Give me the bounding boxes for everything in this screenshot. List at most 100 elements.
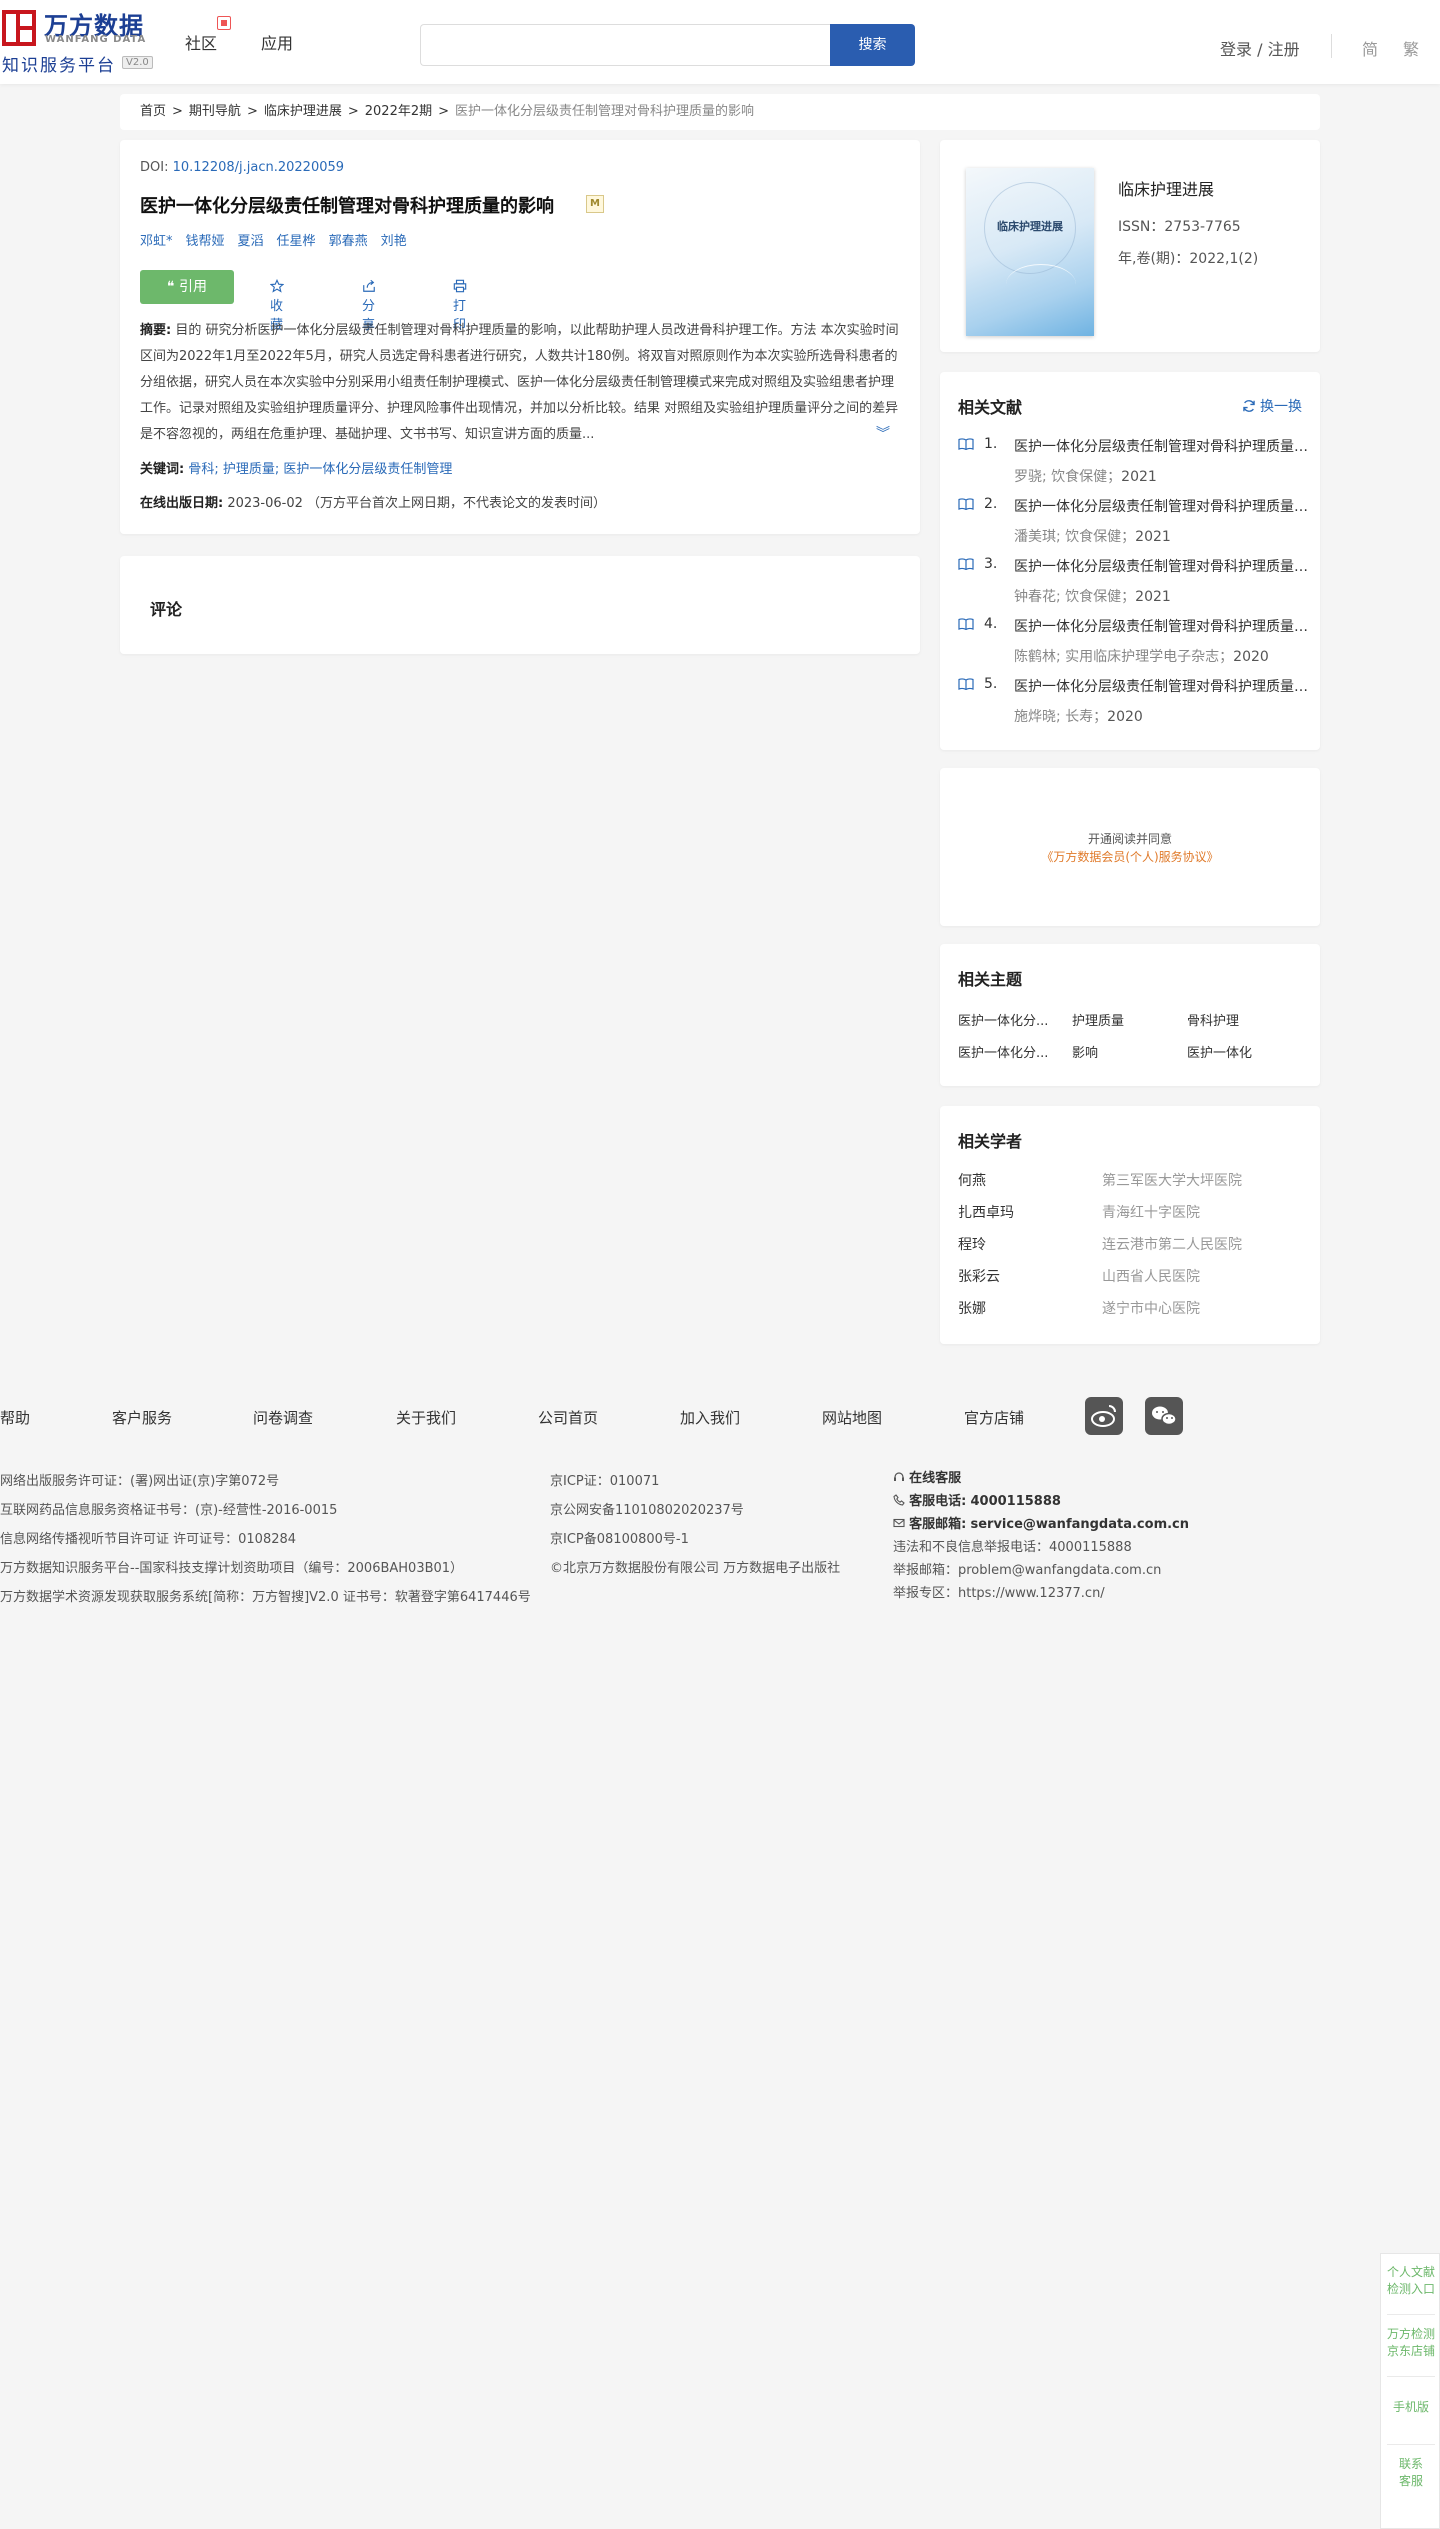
license-line: 万方数据知识服务平台--国家科技支撑计划资助项目（编号：2006BAH03B01… [0, 1561, 464, 1576]
header-divider [1331, 34, 1332, 58]
doc-number: 1. [984, 436, 998, 452]
nav-apps[interactable]: 应用 [261, 30, 293, 54]
topic-link[interactable]: 骨科护理 [1187, 1010, 1239, 1029]
journal-issn: ISSN：2753-7765 [1118, 219, 1241, 235]
footer-link-company[interactable]: 公司首页 [538, 1407, 598, 1428]
search-input[interactable] [420, 24, 830, 66]
footer-link-about[interactable]: 关于我们 [396, 1407, 456, 1428]
scholar-name[interactable]: 张娜 [958, 1298, 986, 1318]
float-mobile[interactable]: 手机版 [1381, 2399, 1440, 2416]
weibo-icon[interactable] [1085, 1397, 1123, 1435]
journal-cover-image[interactable]: 临床护理进展 [966, 168, 1094, 336]
doc-year: 2021 [1135, 589, 1171, 605]
keyword-link[interactable]: 护理质量 [223, 462, 275, 477]
nav-community[interactable]: 社区 [185, 30, 217, 54]
scholar-name[interactable]: 程玲 [958, 1234, 986, 1254]
footer-link-store[interactable]: 官方店铺 [964, 1407, 1024, 1428]
doc-title[interactable]: 医护一体化分层级责任制管理对骨科护理质量的影响 [1014, 616, 1314, 636]
author-link[interactable]: 任星桦 [277, 234, 316, 249]
icp-line[interactable]: 京公网安备11010802020237号 [550, 1496, 840, 1525]
m-badge-icon[interactable]: M [586, 195, 604, 213]
login-register-link[interactable]: 登录 / 注册 [1220, 36, 1300, 60]
wechat-icon[interactable] [1145, 1397, 1183, 1435]
keyword-link[interactable]: 医护一体化分层级责任制管理 [283, 462, 452, 477]
report-zone[interactable]: 举报专区：https://www.12377.cn/ [893, 1582, 1189, 1605]
doc-authors: 潘美琪; 饮食保健； [1014, 529, 1136, 545]
weibo-glyph-icon [1091, 1405, 1116, 1427]
author-list: 邓虹* 钱帮娅 夏滔 任星桦 郭春燕 刘艳 [140, 230, 420, 249]
float-divider [1387, 2314, 1435, 2315]
scholar-org[interactable]: 青海红十字医院 [1102, 1202, 1200, 1222]
online-service-link[interactable]: 在线客服 [893, 1467, 1189, 1490]
mail-icon [893, 1518, 905, 1528]
lang-simplified[interactable]: 简 [1362, 36, 1378, 60]
expand-abstract-icon[interactable]: ︾ [874, 423, 890, 443]
journal-name[interactable]: 临床护理进展 [1118, 176, 1214, 200]
page-footer: 帮助 客户服务 问卷调查 关于我们 公司首页 加入我们 网站地图 官方店铺 网络… [0, 1367, 1440, 2529]
breadcrumb-issue[interactable]: 2022年2期 [365, 104, 432, 119]
related-topics-card: 相关主题 医护一体化分... 护理质量 骨科护理 医护一体化分... 影响 医护… [940, 944, 1320, 1086]
cite-button[interactable]: ❝ 引用 [140, 270, 234, 304]
scholar-org[interactable]: 第三军医大学大坪医院 [1102, 1170, 1242, 1190]
email-address[interactable]: service@wanfangdata.com.cn [970, 1517, 1189, 1532]
doc-year: 2020 [1233, 649, 1269, 665]
logo-mark-icon [2, 10, 36, 46]
topic-link[interactable]: 影响 [1072, 1042, 1098, 1061]
doc-number: 4. [984, 616, 998, 632]
doc-title[interactable]: 医护一体化分层级责任制管理对骨科护理质量的影响 [1014, 436, 1314, 456]
breadcrumb-journal[interactable]: 临床护理进展 [264, 104, 342, 119]
breadcrumb-home[interactable]: 首页 [140, 104, 166, 119]
doc-year: 2021 [1135, 529, 1171, 545]
float-jd-store[interactable]: 万方检测 京东店铺 [1381, 2326, 1440, 2360]
footer-link-sitemap[interactable]: 网站地图 [822, 1407, 882, 1428]
doc-meta: 潘美琪; 饮食保健；2021 [1014, 526, 1171, 546]
scholar-name[interactable]: 张彩云 [958, 1266, 1000, 1286]
book-icon [958, 618, 974, 630]
scholar-org[interactable]: 连云港市第二人民医院 [1102, 1234, 1242, 1254]
service-agreement-link[interactable]: 《万方数据会员(个人)服务协议》 [940, 848, 1320, 865]
author-link[interactable]: 郭春燕 [329, 234, 368, 249]
wanfang-logo[interactable]: 万方数据 WANFANG DATA 知识服务平台 V2.0 [0, 6, 160, 76]
refresh-label: 换一换 [1260, 399, 1302, 415]
topic-link[interactable]: 医护一体化 [1187, 1042, 1252, 1061]
doi-link[interactable]: 10.12208/j.jacn.20220059 [173, 160, 344, 175]
report-email[interactable]: 举报邮箱：problem@wanfangdata.com.cn [893, 1559, 1189, 1582]
article-title: 医护一体化分层级责任制管理对骨科护理质量的影响 [140, 196, 554, 217]
author-link[interactable]: 夏滔 [238, 234, 264, 249]
footer-link-customer-service[interactable]: 客户服务 [112, 1407, 172, 1428]
topic-link[interactable]: 医护一体化分... [958, 1042, 1048, 1061]
scholar-name[interactable]: 扎西卓玛 [958, 1202, 1014, 1222]
doc-meta: 钟春花; 饮食保健；2021 [1014, 586, 1171, 606]
lang-traditional[interactable]: 繁 [1403, 36, 1419, 60]
breadcrumb-journals[interactable]: 期刊导航 [189, 104, 241, 119]
float-personal-check[interactable]: 个人文献 检测入口 [1381, 2264, 1440, 2298]
top-header: 万方数据 WANFANG DATA 知识服务平台 V2.0 社区 应用 搜索 登… [0, 0, 1440, 84]
scholar-org[interactable]: 遂宁市中心医院 [1102, 1298, 1200, 1318]
footer-link-help[interactable]: 帮助 [0, 1407, 30, 1428]
keyword-link[interactable]: 骨科 [188, 462, 214, 477]
footer-link-join[interactable]: 加入我们 [680, 1407, 740, 1428]
cover-title: 临床护理进展 [997, 220, 1063, 233]
doc-title[interactable]: 医护一体化分层级责任制管理对骨科护理质量的影响 [1014, 556, 1314, 576]
author-link[interactable]: 钱帮娅 [186, 234, 225, 249]
related-docs-title: 相关文献 [958, 398, 1023, 417]
scholar-org[interactable]: 山西省人民医院 [1102, 1266, 1200, 1286]
icp-line[interactable]: 京ICP备08100800号-1 [550, 1525, 840, 1554]
related-topics-title: 相关主题 [958, 970, 1023, 989]
footer-link-survey[interactable]: 问卷调查 [253, 1407, 313, 1428]
author-link[interactable]: 刘艳 [381, 234, 407, 249]
doc-meta: 陈鹤林; 实用临床护理学电子杂志；2020 [1014, 646, 1269, 666]
keywords-line: 关键词: 骨科; 护理质量; 医护一体化分层级责任制管理 [140, 462, 453, 477]
doc-title[interactable]: 医护一体化分层级责任制管理对骨科护理质量的影响 [1014, 676, 1314, 696]
topic-link[interactable]: 医护一体化分... [958, 1010, 1048, 1029]
abstract-text: 目的 研究分析医护一体化分层级责任制管理对骨科护理质量的影响，以此帮助护理人员改… [140, 323, 899, 442]
scholar-name[interactable]: 何燕 [958, 1170, 986, 1190]
search-button[interactable]: 搜索 [830, 24, 915, 66]
float-contact-service[interactable]: 联系 客服 [1381, 2456, 1440, 2490]
author-link[interactable]: 邓虹* [140, 234, 173, 249]
article-card: DOI: 10.12208/j.jacn.20220059 医护一体化分层级责任… [120, 140, 920, 534]
topic-link[interactable]: 护理质量 [1072, 1010, 1124, 1029]
doc-title[interactable]: 医护一体化分层级责任制管理对骨科护理质量的影响 [1014, 496, 1314, 516]
icp-line[interactable]: 京ICP证：010071 [550, 1467, 840, 1496]
refresh-button[interactable]: 换一换 [1242, 396, 1302, 416]
